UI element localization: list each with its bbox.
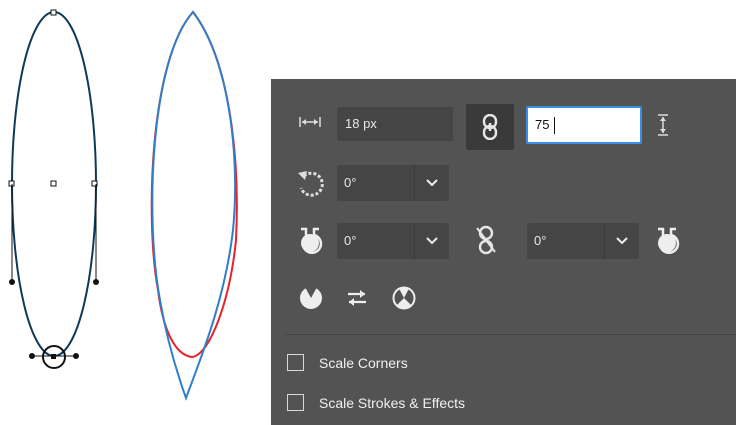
panel-divider xyxy=(285,334,736,335)
anchor-point-top xyxy=(50,9,57,16)
swap-arrows-icon[interactable] xyxy=(345,287,369,309)
unlink-chain-icon[interactable] xyxy=(475,225,497,255)
text-cursor xyxy=(554,117,555,134)
height-value: 75 xyxy=(535,117,550,132)
scale-corners-label: Scale Corners xyxy=(319,355,408,371)
height-field[interactable]: 75 xyxy=(526,106,642,144)
corner-angle-left-icon[interactable] xyxy=(297,226,325,254)
scale-corners-checkbox[interactable] xyxy=(287,354,304,371)
handle-bottom-right xyxy=(73,353,79,359)
pie-icon[interactable] xyxy=(298,285,324,311)
chevron-down-icon xyxy=(426,237,438,245)
width-field[interactable]: 18 px xyxy=(337,107,453,141)
corner-left-dropdown[interactable]: 0° xyxy=(337,223,449,259)
chevron-down-icon xyxy=(426,179,438,187)
center-point xyxy=(50,180,57,187)
link-dimensions-button[interactable] xyxy=(466,104,514,150)
corner-angle-right-icon[interactable] xyxy=(652,226,680,254)
width-arrows-icon xyxy=(299,117,321,127)
scale-strokes-label: Scale Strokes & Effects xyxy=(319,395,466,411)
pie-invert-icon[interactable] xyxy=(391,285,417,311)
result-shape xyxy=(150,10,238,401)
transform-properties-panel: 18 px 75 0° 0° 0° Scale Corners Scale St… xyxy=(271,79,736,425)
rotate-value: 0° xyxy=(344,175,357,190)
blue-pointed-curve xyxy=(151,10,237,401)
scale-strokes-checkbox[interactable] xyxy=(287,394,304,411)
link-chain-icon xyxy=(482,114,498,140)
red-original-curve xyxy=(150,10,238,359)
corner-left-value: 0° xyxy=(344,233,357,248)
handle-bottom-left xyxy=(29,353,35,359)
handle-right xyxy=(93,279,99,285)
rotate-dropdown[interactable]: 0° xyxy=(337,165,449,201)
rotate-icon[interactable] xyxy=(295,167,327,199)
corner-right-dropdown[interactable]: 0° xyxy=(527,223,639,259)
corner-right-value: 0° xyxy=(534,233,547,248)
handle-left xyxy=(9,279,15,285)
selected-ellipse-path[interactable] xyxy=(8,9,99,369)
height-arrows-icon xyxy=(658,114,668,136)
chevron-down-icon xyxy=(616,237,628,245)
